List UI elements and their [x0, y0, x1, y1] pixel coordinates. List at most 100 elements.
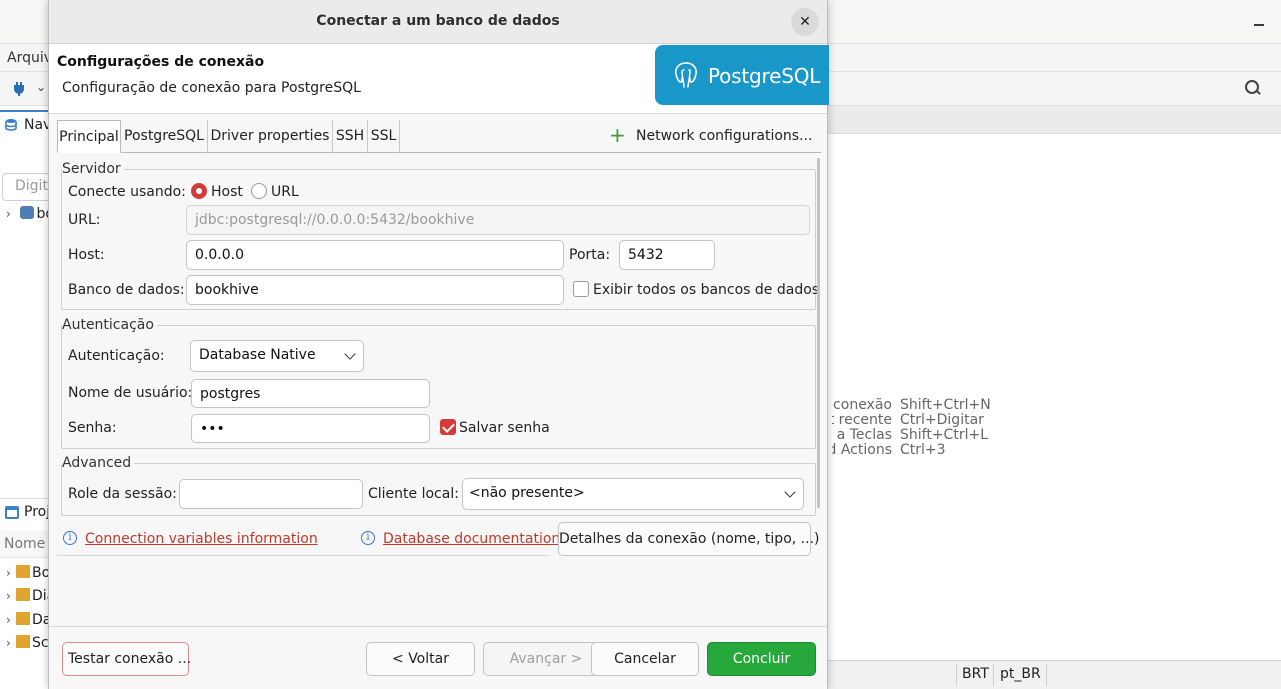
save-password-checkbox[interactable]	[440, 419, 456, 435]
status-separator	[956, 664, 957, 686]
shortcut-keys: Shift+Ctrl+N	[900, 397, 991, 413]
scripts-folder-icon	[16, 635, 30, 648]
port-label: Porta:	[569, 247, 611, 263]
status-locale: pt_BR	[1000, 666, 1041, 682]
diagrams-folder-icon	[16, 588, 30, 601]
password-label: Senha:	[68, 420, 117, 436]
chevron-down-icon[interactable]: ⌄	[36, 80, 46, 94]
show-all-databases-checkbox[interactable]	[573, 281, 589, 297]
bookmarks-folder-icon	[16, 565, 30, 578]
radio-host[interactable]	[191, 183, 207, 199]
password-field[interactable]: •••	[191, 414, 430, 443]
project-item-label: Scripts	[32, 635, 48, 651]
projects-tab-label: Projetos	[24, 504, 48, 520]
host-field[interactable]: 0.0.0.0	[186, 240, 564, 270]
project-item-label: Dados	[32, 612, 48, 628]
host-label: Host:	[68, 247, 105, 263]
shortcut-name: Script recente	[832, 413, 892, 428]
finish-button[interactable]: Concluir	[707, 642, 816, 676]
connect-using-label: Conecte usando:	[68, 184, 186, 200]
auth-select-value: Database Native	[199, 347, 316, 363]
navigator-tree-item-label: bookhive	[36, 206, 48, 222]
buttons-divider	[49, 626, 827, 627]
search-icon[interactable]	[1244, 79, 1262, 97]
project-item-label: Bookmarks	[32, 565, 48, 581]
tab-ssh[interactable]: SSH	[333, 120, 368, 153]
tab-driver-properties[interactable]: Driver properties	[208, 120, 333, 153]
close-icon[interactable]: ✕	[791, 8, 819, 36]
shortcut-keys: Shift+Ctrl+L	[900, 427, 988, 443]
test-connection-button[interactable]: Testar conexão ...	[62, 642, 191, 676]
radio-url[interactable]	[251, 183, 267, 199]
url-label: URL:	[68, 212, 101, 228]
settings-subheading: Configuração de conexão para PostgreSQL	[62, 80, 361, 96]
minimize-icon[interactable]	[1254, 14, 1264, 26]
background-editor-tabstrip	[828, 106, 1281, 134]
info-icon: i	[361, 531, 375, 545]
network-configurations-button[interactable]: Network configurations...	[636, 128, 812, 144]
auth-label: Autenticação:	[68, 348, 165, 364]
settings-heading: Configurações de conexão	[57, 54, 265, 70]
new-connection-plug-icon[interactable]	[11, 80, 27, 96]
chevron-right-icon: ›	[6, 566, 11, 580]
project-item-label: Diagramas	[32, 588, 48, 604]
local-client-select[interactable]: <não presente>	[462, 478, 804, 510]
save-password-label[interactable]: Salvar senha	[459, 420, 550, 436]
data-folder-icon	[16, 612, 30, 625]
status-bar	[828, 660, 1281, 689]
shortcut-name: Nova conexão	[832, 398, 892, 413]
status-timezone: BRT	[962, 666, 989, 682]
session-role-field[interactable]	[179, 479, 363, 509]
connection-details-button[interactable]: Detalhes da conexão (nome, tipo, ...)	[558, 522, 819, 556]
database-label: Banco de dados:	[68, 282, 185, 298]
database-documentation-link[interactable]: Database documentation	[383, 531, 560, 547]
project-item[interactable]: › Bookmarks	[6, 565, 48, 581]
tab-principal[interactable]: Principal	[57, 120, 121, 153]
local-client-select-value: <não presente>	[469, 485, 585, 501]
database-field[interactable]: bookhive	[186, 275, 564, 305]
project-item[interactable]: › Dados	[6, 612, 48, 628]
dialog-title: Conectar a um banco de dados	[316, 13, 560, 29]
project-item[interactable]: › Diagramas	[6, 588, 48, 604]
chevron-right-icon: ›	[6, 613, 11, 627]
navigator-tree-item[interactable]: › bookhive	[6, 206, 48, 222]
connection-variables-link[interactable]: Connection variables information	[85, 531, 318, 547]
shortcut-keys: Ctrl+3	[900, 442, 946, 458]
auth-select[interactable]: Database Native	[190, 340, 364, 372]
server-group-legend: Servidor	[62, 161, 124, 177]
chevron-right-icon: ›	[6, 589, 11, 603]
database-navigator-icon	[5, 119, 17, 131]
navigator-filter-placeholder: Digite	[15, 178, 48, 194]
port-field[interactable]: 5432	[619, 240, 715, 270]
projects-icon	[5, 506, 19, 519]
show-all-databases-label[interactable]: Exibir todos os bancos de dados	[593, 282, 819, 298]
radio-url-label[interactable]: URL	[271, 184, 299, 200]
links-divider	[57, 555, 549, 556]
settings-scrollbar[interactable]	[817, 158, 820, 508]
back-button[interactable]: < Voltar	[366, 642, 475, 676]
cancel-button[interactable]: Cancelar	[591, 642, 699, 676]
radio-host-label[interactable]: Host	[211, 184, 243, 200]
postgresql-logo-text: PostgreSQL	[708, 64, 821, 88]
status-separator	[1046, 664, 1047, 686]
username-field[interactable]: postgres	[191, 379, 430, 408]
connect-database-dialog: Conectar a um banco de dados ✕ Configura…	[48, 0, 829, 689]
postgresql-elephant-icon	[675, 62, 697, 88]
welcome-shortcuts-list: Nova conexão Shift+Ctrl+N Script recente C…	[832, 398, 991, 458]
shortcut-row: Script recente Ctrl+Digitar	[832, 413, 991, 428]
shortcut-keys: Ctrl+Digitar	[900, 412, 984, 428]
status-separator	[993, 664, 994, 686]
tab-ssl[interactable]: SSL	[368, 120, 400, 153]
chevron-right-icon: ›	[6, 207, 11, 221]
session-role-label: Role da sessão:	[68, 486, 177, 502]
info-icon: i	[63, 531, 77, 545]
auth-group-legend: Autenticação	[62, 317, 157, 333]
shortcut-row: Find Actions Ctrl+3	[832, 443, 991, 458]
postgres-connection-icon	[20, 206, 35, 219]
chevron-right-icon: ›	[6, 636, 11, 650]
tab-postgresql[interactable]: PostgreSQL	[121, 120, 208, 153]
project-item[interactable]: › Scripts	[6, 635, 48, 651]
shortcut-row: Nova conexão Shift+Ctrl+N	[832, 398, 991, 413]
shortcut-row: Lista a Teclas Shift+Ctrl+L	[832, 428, 991, 443]
plus-icon[interactable]: +	[609, 125, 626, 145]
